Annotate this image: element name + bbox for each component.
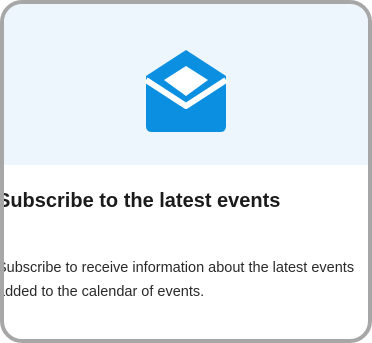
card-description: Subscribe to receive information about t… xyxy=(0,260,355,300)
card-title: Subscribe to the latest events xyxy=(0,190,281,212)
subscribe-card[interactable]: Subscribe to the latest events Subscribe… xyxy=(0,0,372,343)
card-hero xyxy=(4,4,368,165)
envelope-open-icon xyxy=(144,50,228,132)
